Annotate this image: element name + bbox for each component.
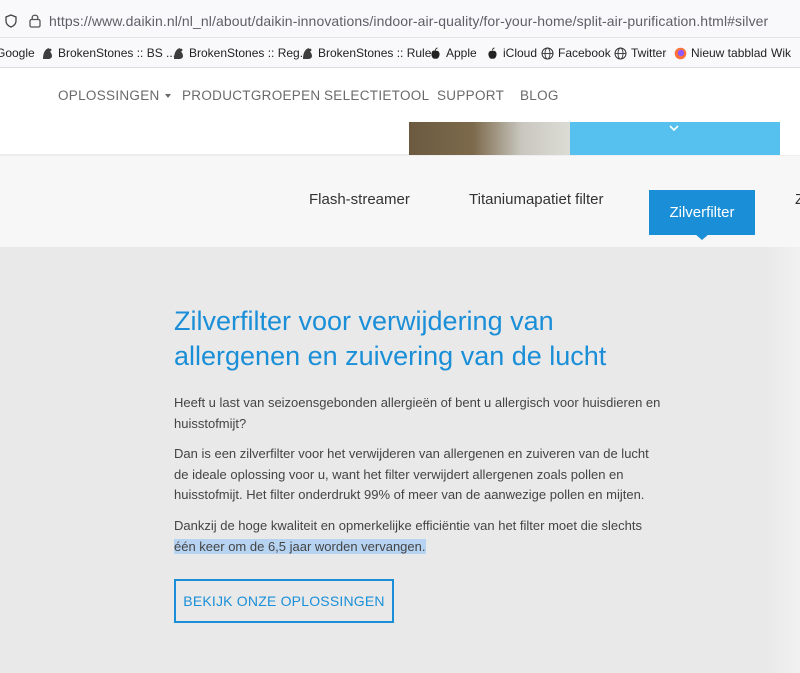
apple-icon xyxy=(431,47,440,59)
bookmark-icloud[interactable]: iCloud xyxy=(486,46,537,60)
paragraph-intro: Heeft u last van seizoensgebonden allerg… xyxy=(174,395,661,431)
globe-icon xyxy=(541,47,554,59)
bookmark-wikipedia[interactable]: Wik xyxy=(771,46,791,60)
paragraph-replacement: Dankzij de hoge kwaliteit en opmerkelijk… xyxy=(174,516,664,557)
tab-next-partial[interactable]: Z xyxy=(795,191,800,208)
nav-label: BLOG xyxy=(520,88,559,103)
active-tab-pointer xyxy=(695,234,709,240)
nav-support[interactable]: SUPPORT xyxy=(437,88,504,103)
bookmark-brokenstones-rules[interactable]: BrokenStones :: Rules xyxy=(301,46,437,60)
bookmark-google[interactable]: Google xyxy=(0,46,35,60)
nav-label: PRODUCTGROEPEN xyxy=(182,88,321,103)
nav-label: SUPPORT xyxy=(437,88,505,103)
tab-flash-streamer[interactable]: Flash-streamer xyxy=(309,191,410,208)
hero-image xyxy=(409,122,570,155)
background-image-edge xyxy=(765,247,800,673)
bookmark-label: BrokenStones :: Reg... xyxy=(189,46,310,60)
nav-label: SELECTIETOOL xyxy=(324,88,430,103)
header-right-edge xyxy=(780,122,800,155)
bookmark-label: BrokenStones :: BS ... xyxy=(58,46,177,60)
bookmark-label: iCloud xyxy=(503,46,538,60)
nav-blog[interactable]: BLOG xyxy=(520,88,559,103)
nav-oplossingen[interactable]: OPLOSSINGEN xyxy=(58,88,171,103)
tab-titaniumapatiet-filter[interactable]: Titaniumapatiet filter xyxy=(469,191,604,208)
main-content: Zilverfilter voor verwijdering van aller… xyxy=(0,247,800,673)
bookmark-label: Wik xyxy=(771,46,791,60)
paragraph-text: Dankzij de hoge kwaliteit en opmerkelijk… xyxy=(174,518,642,533)
bookmark-new-tab[interactable]: Nieuw tabblad xyxy=(674,46,767,60)
bookmark-apple[interactable]: Apple xyxy=(429,46,477,60)
globe-icon xyxy=(614,47,627,59)
chevron-down-icon xyxy=(669,125,679,132)
site-header: OPLOSSINGEN PRODUCTGROEPEN SELECTIETOOL … xyxy=(0,68,800,155)
header-divider xyxy=(0,122,409,155)
brokenstones-icon xyxy=(303,47,312,59)
nav-label: OPLOSSINGEN xyxy=(58,88,160,103)
bookmark-label: Apple xyxy=(446,46,477,60)
hero-cta-block[interactable] xyxy=(570,122,780,155)
brokenstones-icon xyxy=(43,47,52,59)
bookmark-label: Twitter xyxy=(631,46,667,60)
paragraph-explanation: Dan is een zilverfilter voor het verwijd… xyxy=(174,446,649,502)
bookmark-brokenstones-reg[interactable]: BrokenStones :: Reg... xyxy=(172,46,310,60)
bookmark-twitter[interactable]: Twitter xyxy=(614,46,666,60)
bookmark-label: Google xyxy=(0,46,35,60)
view-solutions-button[interactable]: BEKIJK ONZE OPLOSSINGEN xyxy=(174,579,394,623)
bookmark-label: Nieuw tabblad xyxy=(691,46,768,60)
caret-down-icon xyxy=(164,94,171,99)
lock-icon[interactable] xyxy=(29,13,41,28)
bookmark-facebook[interactable]: Facebook xyxy=(541,46,611,60)
firefox-icon xyxy=(674,47,687,59)
bookmarks-bar: Google BrokenStones :: BS ... BrokenSton… xyxy=(0,38,800,68)
nav-selectietool[interactable]: SELECTIETOOL xyxy=(324,88,429,103)
bookmark-brokenstones-bs[interactable]: BrokenStones :: BS ... xyxy=(41,46,176,60)
feature-tab-bar: Flash-streamer Titaniumapatiet filter Zi… xyxy=(0,155,800,247)
brokenstones-icon xyxy=(174,47,183,59)
nav-productgroepen[interactable]: PRODUCTGROEPEN xyxy=(182,88,320,103)
tracking-shield-icon[interactable] xyxy=(5,14,17,28)
tab-zilverfilter[interactable]: Zilverfilter xyxy=(649,190,755,235)
page-title: Zilverfilter voor verwijdering van aller… xyxy=(174,306,607,371)
selected-text: één keer om de 6,5 jaar worden vervangen… xyxy=(174,538,426,554)
bookmark-label: BrokenStones :: Rules xyxy=(318,46,438,60)
bookmark-label: Facebook xyxy=(558,46,611,60)
apple-icon xyxy=(488,47,497,59)
browser-url-bar[interactable]: https://www.daikin.nl/nl_nl/about/daikin… xyxy=(0,0,800,38)
url-text[interactable]: https://www.daikin.nl/nl_nl/about/daikin… xyxy=(49,13,768,29)
